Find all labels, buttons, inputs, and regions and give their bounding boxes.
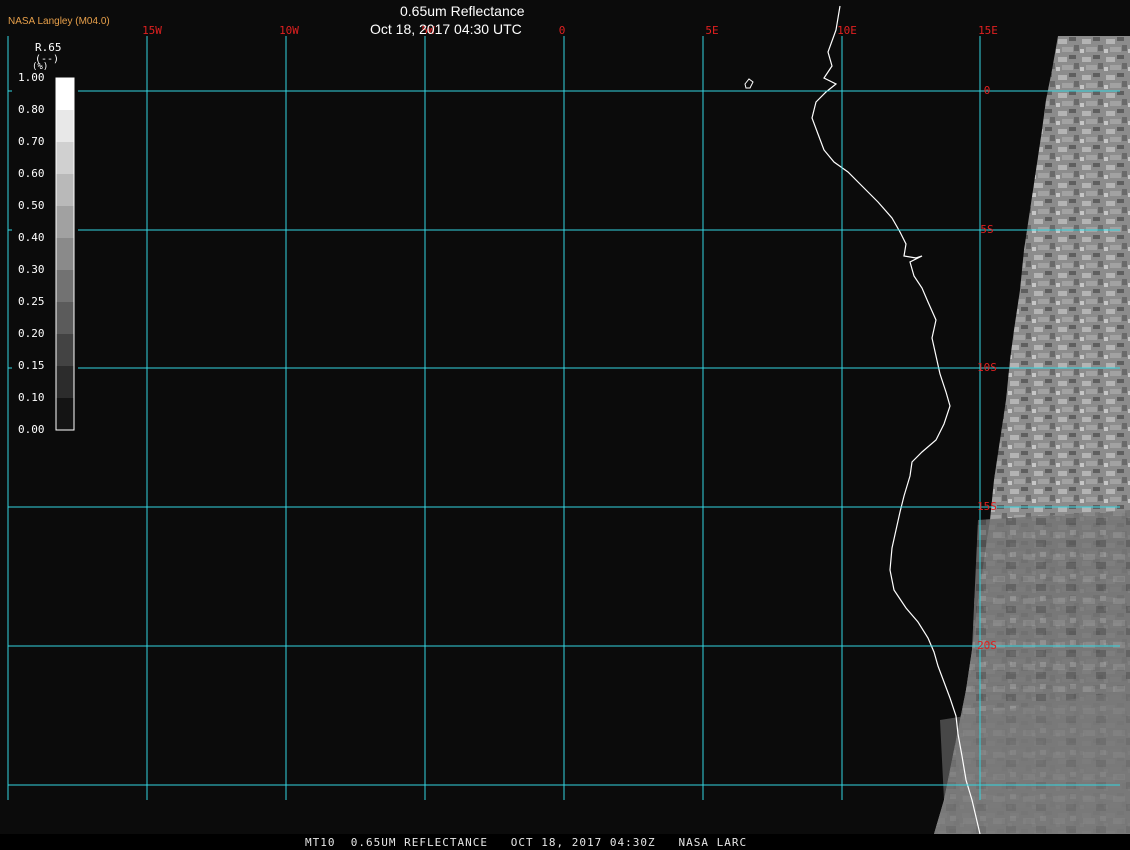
colorbar-tick-label: 0.80 [18, 103, 45, 116]
longitude-label: 15W [142, 24, 162, 37]
longitude-label: 10W [279, 24, 299, 37]
colorbar-swatch [56, 142, 74, 174]
colorbar-swatch [56, 398, 74, 430]
colorbar-legend: R.65 (--) (%) 1.00 0.80 0.70 0.60 0.50 0.40 0.… [12, 38, 78, 440]
longitude-label: 5E [705, 24, 718, 37]
latitude-label: 10S [977, 361, 997, 374]
colorbar-swatch [56, 270, 74, 302]
colorbar-tick-label: 0.20 [18, 327, 45, 340]
colorbar-tick-label: 0.00 [18, 423, 45, 436]
colorbar-tick-label: 1.00 [18, 71, 45, 84]
colorbar-tick-label: 0.15 [18, 359, 45, 372]
colorbar-swatch [56, 238, 74, 270]
map-panel: 15W 10W 5W 0 5E 10E 15E05S10S15S20S [0, 0, 1130, 835]
colorbar-tick-label: 0.30 [18, 263, 45, 276]
latitude-label: 20S [977, 639, 997, 652]
colorbar-swatch [56, 78, 74, 110]
colorbar-swatch [56, 302, 74, 334]
latitude-label: 5S [980, 223, 993, 236]
colorbar-tick-label: 0.70 [18, 135, 45, 148]
footer-caption: MT10 0.65UM REFLECTANCE OCT 18, 2017 04:… [305, 836, 748, 849]
longitude-label: 0 [559, 24, 566, 37]
colorbar-tick-label: 0.10 [18, 391, 45, 404]
colorbar-swatch [56, 110, 74, 142]
colorbar-swatch [56, 366, 74, 398]
colorbar-swatch [56, 334, 74, 366]
colorbar-swatch [56, 206, 74, 238]
colorbar-tick-label: 0.50 [18, 199, 45, 212]
image-timestamp: Oct 18, 2017 04:30 UTC [370, 21, 522, 37]
latitude-label: 0 [984, 84, 991, 97]
colorbar-tick-label: 0.25 [18, 295, 45, 308]
latitude-label: 15S [977, 500, 997, 513]
longitude-label: 10E [837, 24, 857, 37]
longitude-label: 15E [978, 24, 998, 37]
image-title: 0.65um Reflectance [400, 3, 525, 19]
ocean-background [0, 0, 1130, 834]
satellite-image-viewer: 15W 10W 5W 0 5E 10E 15E 0 5S 10S 15S 20S 0.65um Ref… [0, 0, 1130, 850]
colorbar-swatch [56, 174, 74, 206]
producer-label: NASA Langley (M04.0) [8, 16, 110, 27]
colorbar-tick-label: 0.60 [18, 167, 45, 180]
colorbar-tick-label: 0.40 [18, 231, 45, 244]
